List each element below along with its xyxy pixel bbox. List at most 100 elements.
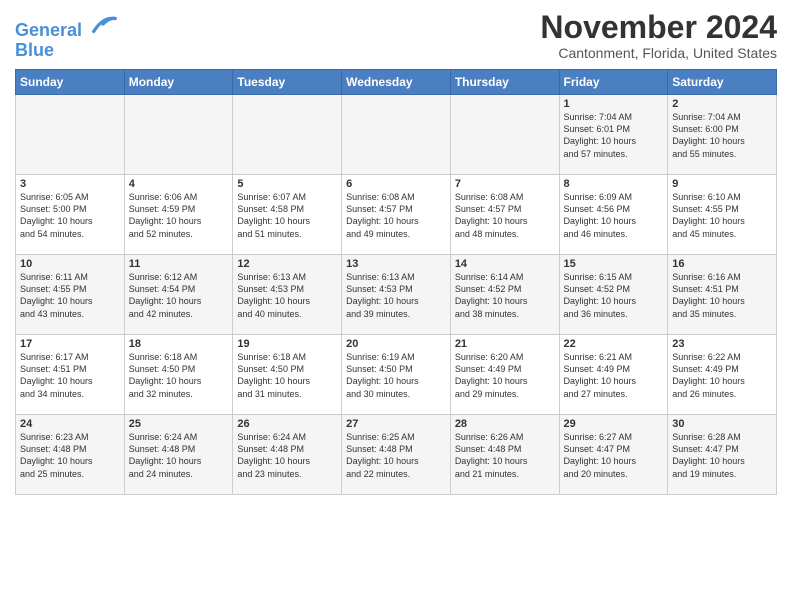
day-info: Sunrise: 6:19 AM Sunset: 4:50 PM Dayligh… bbox=[346, 351, 446, 400]
day-info: Sunrise: 6:24 AM Sunset: 4:48 PM Dayligh… bbox=[129, 431, 229, 480]
weekday-header-tuesday: Tuesday bbox=[233, 70, 342, 95]
day-number: 11 bbox=[129, 258, 229, 270]
day-info: Sunrise: 6:28 AM Sunset: 4:47 PM Dayligh… bbox=[672, 431, 772, 480]
calendar-cell-4-4: 28Sunrise: 6:26 AM Sunset: 4:48 PM Dayli… bbox=[450, 415, 559, 495]
day-info: Sunrise: 6:20 AM Sunset: 4:49 PM Dayligh… bbox=[455, 351, 555, 400]
calendar-cell-2-4: 14Sunrise: 6:14 AM Sunset: 4:52 PM Dayli… bbox=[450, 255, 559, 335]
calendar-cell-3-3: 20Sunrise: 6:19 AM Sunset: 4:50 PM Dayli… bbox=[342, 335, 451, 415]
location-subtitle: Cantonment, Florida, United States bbox=[540, 45, 777, 61]
day-info: Sunrise: 6:27 AM Sunset: 4:47 PM Dayligh… bbox=[564, 431, 664, 480]
weekday-header-wednesday: Wednesday bbox=[342, 70, 451, 95]
calendar-body: 1Sunrise: 7:04 AM Sunset: 6:01 PM Daylig… bbox=[16, 95, 777, 495]
calendar-cell-0-6: 2Sunrise: 7:04 AM Sunset: 6:00 PM Daylig… bbox=[668, 95, 777, 175]
day-number: 1 bbox=[564, 98, 664, 110]
day-info: Sunrise: 6:25 AM Sunset: 4:48 PM Dayligh… bbox=[346, 431, 446, 480]
day-number: 28 bbox=[455, 418, 555, 430]
calendar-cell-3-5: 22Sunrise: 6:21 AM Sunset: 4:49 PM Dayli… bbox=[559, 335, 668, 415]
day-info: Sunrise: 6:24 AM Sunset: 4:48 PM Dayligh… bbox=[237, 431, 337, 480]
calendar-cell-2-2: 12Sunrise: 6:13 AM Sunset: 4:53 PM Dayli… bbox=[233, 255, 342, 335]
day-info: Sunrise: 6:08 AM Sunset: 4:57 PM Dayligh… bbox=[346, 191, 446, 240]
day-number: 15 bbox=[564, 258, 664, 270]
day-number: 12 bbox=[237, 258, 337, 270]
day-number: 2 bbox=[672, 98, 772, 110]
day-number: 22 bbox=[564, 338, 664, 350]
calendar-cell-3-1: 18Sunrise: 6:18 AM Sunset: 4:50 PM Dayli… bbox=[124, 335, 233, 415]
logo-icon bbox=[89, 14, 117, 36]
day-number: 26 bbox=[237, 418, 337, 430]
calendar-cell-0-1 bbox=[124, 95, 233, 175]
day-number: 20 bbox=[346, 338, 446, 350]
day-number: 13 bbox=[346, 258, 446, 270]
calendar-cell-1-4: 7Sunrise: 6:08 AM Sunset: 4:57 PM Daylig… bbox=[450, 175, 559, 255]
day-number: 23 bbox=[672, 338, 772, 350]
day-number: 27 bbox=[346, 418, 446, 430]
day-info: Sunrise: 6:14 AM Sunset: 4:52 PM Dayligh… bbox=[455, 271, 555, 320]
weekday-header-row: SundayMondayTuesdayWednesdayThursdayFrid… bbox=[16, 70, 777, 95]
calendar-cell-4-1: 25Sunrise: 6:24 AM Sunset: 4:48 PM Dayli… bbox=[124, 415, 233, 495]
page-header: General Blue November 2024 Cantonment, F… bbox=[15, 10, 777, 61]
day-number: 16 bbox=[672, 258, 772, 270]
weekday-header-friday: Friday bbox=[559, 70, 668, 95]
day-info: Sunrise: 6:05 AM Sunset: 5:00 PM Dayligh… bbox=[20, 191, 120, 240]
day-info: Sunrise: 6:17 AM Sunset: 4:51 PM Dayligh… bbox=[20, 351, 120, 400]
day-info: Sunrise: 6:11 AM Sunset: 4:55 PM Dayligh… bbox=[20, 271, 120, 320]
calendar-cell-4-6: 30Sunrise: 6:28 AM Sunset: 4:47 PM Dayli… bbox=[668, 415, 777, 495]
day-info: Sunrise: 6:07 AM Sunset: 4:58 PM Dayligh… bbox=[237, 191, 337, 240]
day-info: Sunrise: 6:22 AM Sunset: 4:49 PM Dayligh… bbox=[672, 351, 772, 400]
page-container: General Blue November 2024 Cantonment, F… bbox=[0, 0, 792, 505]
calendar-cell-0-0 bbox=[16, 95, 125, 175]
day-number: 5 bbox=[237, 178, 337, 190]
logo-text: General bbox=[15, 14, 117, 41]
calendar-week-row-2: 10Sunrise: 6:11 AM Sunset: 4:55 PM Dayli… bbox=[16, 255, 777, 335]
calendar-week-row-1: 3Sunrise: 6:05 AM Sunset: 5:00 PM Daylig… bbox=[16, 175, 777, 255]
calendar-cell-1-6: 9Sunrise: 6:10 AM Sunset: 4:55 PM Daylig… bbox=[668, 175, 777, 255]
weekday-header-thursday: Thursday bbox=[450, 70, 559, 95]
day-info: Sunrise: 6:09 AM Sunset: 4:56 PM Dayligh… bbox=[564, 191, 664, 240]
calendar-cell-3-0: 17Sunrise: 6:17 AM Sunset: 4:51 PM Dayli… bbox=[16, 335, 125, 415]
weekday-header-saturday: Saturday bbox=[668, 70, 777, 95]
calendar-cell-3-2: 19Sunrise: 6:18 AM Sunset: 4:50 PM Dayli… bbox=[233, 335, 342, 415]
day-info: Sunrise: 6:26 AM Sunset: 4:48 PM Dayligh… bbox=[455, 431, 555, 480]
calendar-table: SundayMondayTuesdayWednesdayThursdayFrid… bbox=[15, 69, 777, 495]
day-info: Sunrise: 6:23 AM Sunset: 4:48 PM Dayligh… bbox=[20, 431, 120, 480]
day-info: Sunrise: 7:04 AM Sunset: 6:01 PM Dayligh… bbox=[564, 111, 664, 160]
day-info: Sunrise: 6:16 AM Sunset: 4:51 PM Dayligh… bbox=[672, 271, 772, 320]
calendar-week-row-3: 17Sunrise: 6:17 AM Sunset: 4:51 PM Dayli… bbox=[16, 335, 777, 415]
day-number: 14 bbox=[455, 258, 555, 270]
calendar-cell-2-6: 16Sunrise: 6:16 AM Sunset: 4:51 PM Dayli… bbox=[668, 255, 777, 335]
day-info: Sunrise: 6:18 AM Sunset: 4:50 PM Dayligh… bbox=[237, 351, 337, 400]
day-info: Sunrise: 6:12 AM Sunset: 4:54 PM Dayligh… bbox=[129, 271, 229, 320]
day-number: 29 bbox=[564, 418, 664, 430]
day-info: Sunrise: 6:06 AM Sunset: 4:59 PM Dayligh… bbox=[129, 191, 229, 240]
day-number: 9 bbox=[672, 178, 772, 190]
calendar-cell-2-0: 10Sunrise: 6:11 AM Sunset: 4:55 PM Dayli… bbox=[16, 255, 125, 335]
calendar-cell-4-3: 27Sunrise: 6:25 AM Sunset: 4:48 PM Dayli… bbox=[342, 415, 451, 495]
weekday-header-monday: Monday bbox=[124, 70, 233, 95]
day-info: Sunrise: 6:08 AM Sunset: 4:57 PM Dayligh… bbox=[455, 191, 555, 240]
calendar-cell-4-0: 24Sunrise: 6:23 AM Sunset: 4:48 PM Dayli… bbox=[16, 415, 125, 495]
calendar-week-row-4: 24Sunrise: 6:23 AM Sunset: 4:48 PM Dayli… bbox=[16, 415, 777, 495]
day-number: 19 bbox=[237, 338, 337, 350]
calendar-cell-0-2 bbox=[233, 95, 342, 175]
calendar-cell-3-4: 21Sunrise: 6:20 AM Sunset: 4:49 PM Dayli… bbox=[450, 335, 559, 415]
day-number: 30 bbox=[672, 418, 772, 430]
calendar-cell-1-5: 8Sunrise: 6:09 AM Sunset: 4:56 PM Daylig… bbox=[559, 175, 668, 255]
day-info: Sunrise: 6:13 AM Sunset: 4:53 PM Dayligh… bbox=[237, 271, 337, 320]
calendar-week-row-0: 1Sunrise: 7:04 AM Sunset: 6:01 PM Daylig… bbox=[16, 95, 777, 175]
day-info: Sunrise: 7:04 AM Sunset: 6:00 PM Dayligh… bbox=[672, 111, 772, 160]
day-number: 7 bbox=[455, 178, 555, 190]
calendar-cell-1-0: 3Sunrise: 6:05 AM Sunset: 5:00 PM Daylig… bbox=[16, 175, 125, 255]
calendar-cell-2-5: 15Sunrise: 6:15 AM Sunset: 4:52 PM Dayli… bbox=[559, 255, 668, 335]
day-info: Sunrise: 6:18 AM Sunset: 4:50 PM Dayligh… bbox=[129, 351, 229, 400]
title-block: November 2024 Cantonment, Florida, Unite… bbox=[540, 10, 777, 61]
calendar-header: SundayMondayTuesdayWednesdayThursdayFrid… bbox=[16, 70, 777, 95]
calendar-cell-0-3 bbox=[342, 95, 451, 175]
day-info: Sunrise: 6:15 AM Sunset: 4:52 PM Dayligh… bbox=[564, 271, 664, 320]
calendar-cell-0-4 bbox=[450, 95, 559, 175]
weekday-header-sunday: Sunday bbox=[16, 70, 125, 95]
calendar-cell-4-5: 29Sunrise: 6:27 AM Sunset: 4:47 PM Dayli… bbox=[559, 415, 668, 495]
day-info: Sunrise: 6:21 AM Sunset: 4:49 PM Dayligh… bbox=[564, 351, 664, 400]
day-number: 10 bbox=[20, 258, 120, 270]
logo-blue-text: Blue bbox=[15, 41, 117, 61]
day-info: Sunrise: 6:10 AM Sunset: 4:55 PM Dayligh… bbox=[672, 191, 772, 240]
